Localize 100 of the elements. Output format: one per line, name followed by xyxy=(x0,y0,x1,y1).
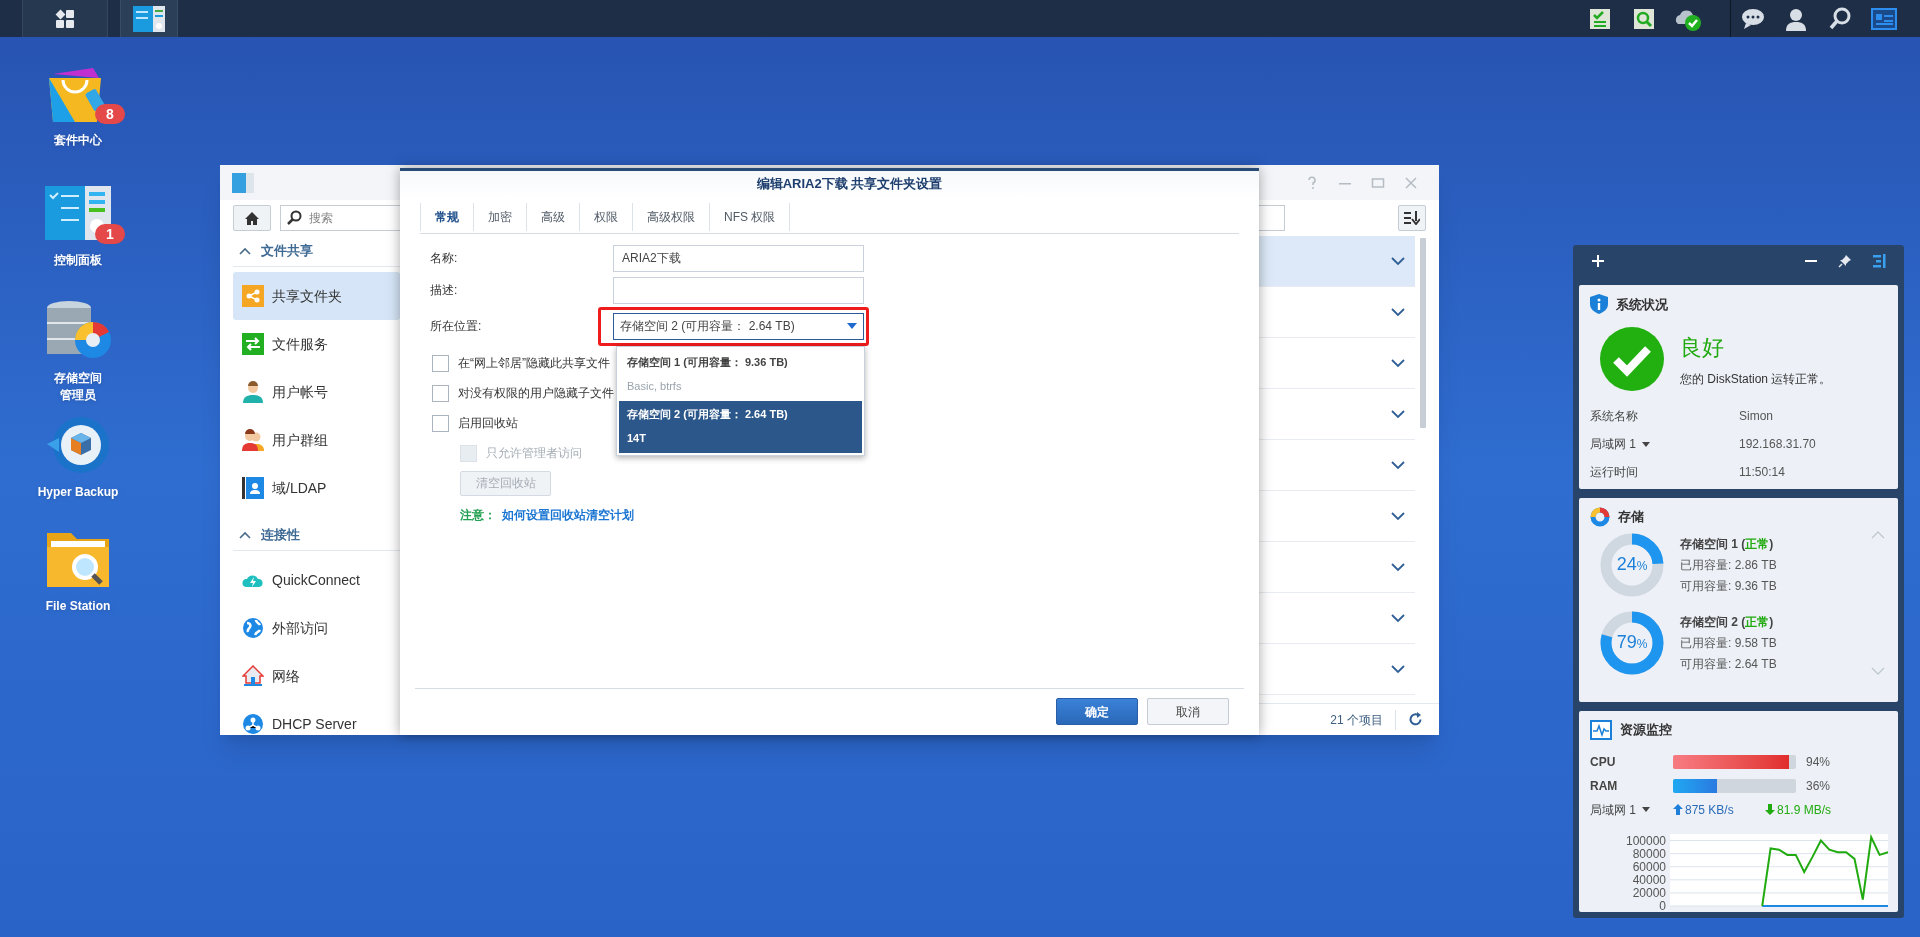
sidebar-item[interactable]: 外部访问 xyxy=(233,604,400,652)
sidebar-item[interactable]: 用户群组 xyxy=(233,416,400,464)
tab[interactable]: NFS 权限 xyxy=(709,203,791,231)
arrows-icon xyxy=(242,333,264,355)
notes-icon[interactable] xyxy=(1588,6,1612,31)
home-icon xyxy=(244,210,260,226)
main-menu-button[interactable] xyxy=(22,0,108,37)
chat-icon[interactable] xyxy=(1739,6,1766,31)
interface-select[interactable]: 局域网 1 xyxy=(1590,435,1739,454)
contact-card-icon xyxy=(242,477,264,499)
sidebar-item[interactable]: 网络 xyxy=(233,652,400,700)
desktop-icon-label[interactable]: 管理员 xyxy=(60,387,96,404)
meter-label: CPU xyxy=(1590,753,1617,771)
chevron-icon[interactable] xyxy=(1391,307,1405,317)
sidebar-item[interactable]: 域/LDAP xyxy=(233,464,400,512)
chevron-icon[interactable] xyxy=(1391,664,1405,674)
cancel-button[interactable]: 取消 xyxy=(1147,698,1229,725)
free-capacity: 可用容量: 2.64 TB xyxy=(1680,655,1777,673)
tab[interactable]: 高级权限 xyxy=(632,203,709,231)
id-card-icon[interactable] xyxy=(1871,7,1897,30)
help-link[interactable]: 如何设置回收站清空计划 xyxy=(502,505,634,524)
field-label: 描述: xyxy=(430,282,459,299)
widget-title: 存储 xyxy=(1618,507,1644,526)
add-icon[interactable] xyxy=(1591,253,1605,268)
tab[interactable]: 权限 xyxy=(579,203,632,231)
chevron-icon[interactable] xyxy=(1391,256,1405,266)
meter-reading: 94% xyxy=(1806,753,1831,771)
input-field[interactable] xyxy=(613,276,864,304)
chevron-icon[interactable] xyxy=(1391,613,1405,623)
volume-name: 存储空间 2 (正常) xyxy=(1680,613,1775,631)
share-folder-icon xyxy=(242,285,264,307)
search-icon xyxy=(286,210,302,226)
tab[interactable]: 加密 xyxy=(473,203,526,231)
upload-speed: 875 KB/s xyxy=(1685,801,1735,819)
chevron-icon[interactable] xyxy=(1391,511,1405,521)
axis-tick-label: 60000 xyxy=(1632,859,1666,874)
sidebar-item[interactable]: 文件服务 xyxy=(233,320,400,368)
sidebar-item[interactable]: 用户帐号 xyxy=(233,368,400,416)
sidebar-item[interactable]: 共享文件夹 xyxy=(233,272,400,320)
backup-icon[interactable] xyxy=(45,414,111,476)
pin-icon[interactable] xyxy=(1838,253,1852,268)
chevron-icon[interactable] xyxy=(1391,358,1405,368)
control-panel-icon xyxy=(232,172,254,193)
check-circle-icon xyxy=(1600,327,1664,392)
checkbox[interactable] xyxy=(432,414,449,432)
chevron-icon[interactable] xyxy=(1391,409,1405,419)
taskbar-app-button[interactable] xyxy=(120,0,178,37)
axis-tick-label: 20000 xyxy=(1632,885,1666,900)
desktop-icon-label[interactable]: Hyper Backup xyxy=(37,484,119,501)
house-icon xyxy=(242,665,264,687)
used-capacity: 已用容量: 9.58 TB xyxy=(1680,634,1777,652)
checkbox-label: 只允许管理者访问 xyxy=(486,445,582,462)
shield-info-icon xyxy=(1590,294,1608,315)
search-icon[interactable] xyxy=(1828,6,1852,31)
donut-chart-icon xyxy=(1590,506,1610,527)
download-arrow-icon xyxy=(1765,804,1775,816)
tab[interactable]: 常规 xyxy=(420,203,473,231)
desktop-icon-label[interactable]: 套件中心 xyxy=(54,132,102,149)
home-button[interactable] xyxy=(233,205,271,231)
sidebar-item[interactable]: DHCP Server xyxy=(233,700,400,735)
info-value: 11:50:14 xyxy=(1739,464,1785,482)
user-icon[interactable] xyxy=(1784,6,1808,31)
checkbox[interactable] xyxy=(432,354,449,372)
info-value: 192.168.31.70 xyxy=(1739,436,1816,454)
search-icon[interactable] xyxy=(1632,6,1656,31)
desktop-icon-label[interactable]: 存储空间 xyxy=(54,370,102,387)
input-field[interactable]: ARIA2下载 xyxy=(613,244,864,272)
globe-icon xyxy=(242,617,264,639)
scrollbar[interactable] xyxy=(1420,238,1426,428)
refresh-icon[interactable] xyxy=(1408,712,1423,727)
chevron-icon[interactable] xyxy=(1391,562,1405,572)
info-label: 运行时间 xyxy=(1590,464,1639,482)
desktop-icon-label[interactable]: File Station xyxy=(45,598,111,615)
download-speed: 81.9 MB/s xyxy=(1777,801,1832,819)
field-label: 所在位置: xyxy=(430,318,483,335)
sort-button[interactable] xyxy=(1398,205,1426,231)
sidebar-icon[interactable] xyxy=(1872,253,1886,268)
tab[interactable]: 高级 xyxy=(526,203,579,231)
caret-icon xyxy=(1642,807,1650,813)
checkbox-label: 对没有权限的用户隐藏子文件 xyxy=(458,385,614,402)
chevron-icon[interactable] xyxy=(1391,460,1405,470)
widget-title: 系统状况 xyxy=(1616,295,1668,314)
users-icon xyxy=(242,429,264,451)
axis-tick-label: 80000 xyxy=(1632,846,1666,861)
checkbox[interactable] xyxy=(432,384,449,402)
ok-button[interactable]: 确定 xyxy=(1056,698,1138,725)
pulse-monitor-icon xyxy=(1590,719,1612,740)
volume-name: 存储空间 1 (正常) xyxy=(1680,535,1775,553)
dropdown-option[interactable]: 存储空间 2 (可用容量： 2.64 TB) 14T xyxy=(619,400,862,453)
control-panel-icon xyxy=(133,5,165,32)
sidebar-item[interactable]: QuickConnect xyxy=(233,556,400,604)
status-text: 良好 xyxy=(1680,333,1725,362)
user-icon xyxy=(242,381,264,403)
desktop-icon-label[interactable]: 控制面板 xyxy=(54,252,102,269)
interface-select[interactable]: 局域网 1 xyxy=(1590,800,1673,819)
apps-icon xyxy=(54,7,76,30)
note-label: 注意： xyxy=(460,506,496,524)
caret-icon xyxy=(847,323,857,329)
select-field[interactable]: 存储空间 2 (可用容量： 2.64 TB) xyxy=(613,312,864,340)
widget-title: 资源监控 xyxy=(1620,721,1672,739)
